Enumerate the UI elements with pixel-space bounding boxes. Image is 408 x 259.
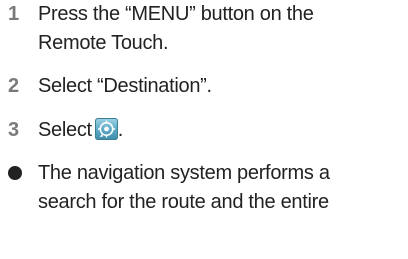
bullet-icon <box>8 166 22 180</box>
step-text-after-icon: . <box>117 119 124 141</box>
step-text-line: Select “Destination”. <box>38 75 212 97</box>
step-text-line: Press the “MENU” button on the <box>38 3 314 25</box>
route-search-icon <box>94 118 118 140</box>
step-text-line: Remote Touch. <box>38 32 169 54</box>
step-text: Press the “MENU” button on the Remote To… <box>38 0 408 58</box>
bullet-text-line: search for the route and the entire <box>38 191 329 213</box>
step-text-before-icon: Select <box>38 119 92 141</box>
step-text: Select . <box>38 116 408 145</box>
step-number: 2 <box>8 75 19 97</box>
step-number: 1 <box>8 3 19 25</box>
step-number: 3 <box>8 119 19 141</box>
step-text: Select “Destination”. <box>38 72 408 101</box>
step-text-line: Select . <box>38 116 408 145</box>
bullet-text-line: The navigation system performs a <box>38 162 330 184</box>
bullet-text: The navigation system performs a search … <box>38 159 408 217</box>
